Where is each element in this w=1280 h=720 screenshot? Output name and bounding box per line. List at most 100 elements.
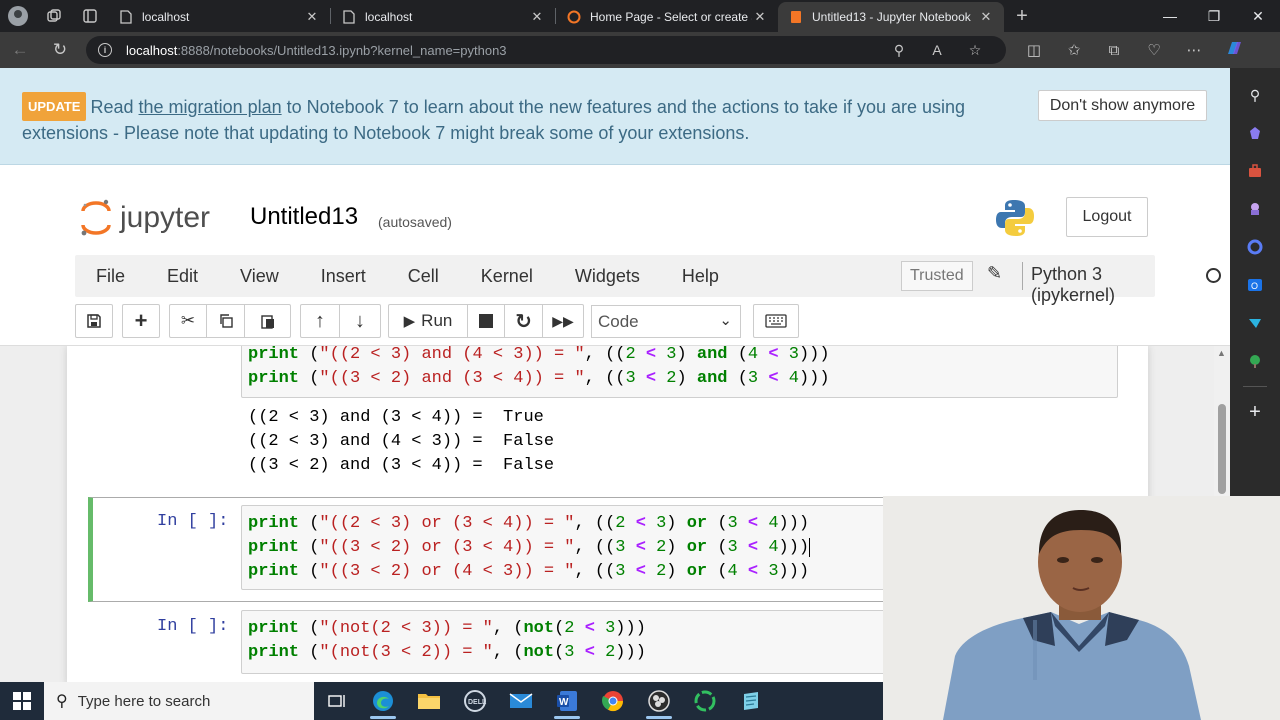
cell-prompt: In [ ]: [157, 512, 229, 531]
close-tab-icon[interactable]: ✕ [529, 9, 545, 25]
microsoft365-icon[interactable] [1241, 233, 1269, 261]
dell-icon[interactable]: DELL [452, 682, 498, 720]
svg-text:O: O [1251, 281, 1258, 291]
more-options-icon[interactable]: ⋯ [1174, 41, 1214, 59]
restart-run-all-icon[interactable]: ▶▶ [542, 304, 584, 338]
move-down-icon[interactable]: ↓ [339, 304, 381, 338]
close-window-icon[interactable]: ✕ [1236, 0, 1280, 32]
edge-browser-icon[interactable] [360, 682, 406, 720]
outlook-icon[interactable]: O [1241, 271, 1269, 299]
save-icon[interactable] [75, 304, 113, 338]
file-explorer-icon[interactable] [406, 682, 452, 720]
new-tab-icon[interactable]: + [1004, 0, 1040, 32]
split-screen-icon[interactable]: ◫ [1014, 41, 1054, 59]
profile-avatar-icon[interactable] [0, 0, 36, 32]
update-banner: UPDATE Read the migration plan to Noteboo… [0, 68, 1230, 165]
menu-bar: File Edit View Insert Cell Kernel Widget… [75, 255, 1221, 305]
back-icon[interactable]: ← [0, 32, 40, 68]
drop-icon[interactable] [1241, 309, 1269, 337]
url-host: localhost [126, 42, 178, 58]
menu-help[interactable]: Help [661, 255, 740, 297]
read-aloud-icon[interactable]: A [918, 42, 956, 58]
close-tab-icon[interactable]: ✕ [978, 9, 994, 25]
minimize-icon[interactable]: — [1148, 0, 1192, 32]
notebook-toolbar: + ✂ ↑ ↓ ▶ Run ↻ ▶▶ Code ⌄ [75, 304, 1155, 340]
taskbar-search-box[interactable]: ⚲ Type here to search [44, 682, 314, 720]
insert-cell-icon[interactable]: + [122, 304, 160, 338]
svg-text:jupyter: jupyter [119, 201, 210, 234]
scroll-up-icon[interactable]: ▲ [1217, 348, 1226, 358]
cell-type-select[interactable]: Code ⌄ [591, 305, 741, 338]
windows-taskbar: ⚲ Type here to search DELL W [0, 682, 883, 720]
zoom-icon[interactable]: ⚲ [880, 42, 918, 59]
menu-view[interactable]: View [219, 255, 300, 297]
add-sidebar-app-icon[interactable]: + [1241, 398, 1269, 426]
copilot-icon[interactable] [1214, 38, 1254, 62]
menu-edit[interactable]: Edit [146, 255, 219, 297]
close-tab-icon[interactable]: ✕ [752, 9, 768, 25]
interrupt-kernel-icon[interactable] [467, 304, 505, 338]
logout-button[interactable]: Logout [1066, 197, 1148, 237]
close-tab-icon[interactable]: ✕ [304, 9, 320, 25]
tab-title: Untitled13 - Jupyter Notebook [812, 10, 971, 24]
notebook-title[interactable]: Untitled13 [250, 203, 358, 231]
favorite-star-icon[interactable]: ☆ [956, 42, 994, 59]
move-up-icon[interactable]: ↑ [300, 304, 340, 338]
search-icon[interactable]: ⚲ [1241, 81, 1269, 109]
mail-icon[interactable] [498, 682, 544, 720]
shopping-icon[interactable] [1241, 119, 1269, 147]
task-view-icon[interactable] [314, 682, 360, 720]
restore-icon[interactable]: ❐ [1192, 0, 1236, 32]
notes-app-icon[interactable] [728, 682, 774, 720]
code-cell-input[interactable]: print ("((2 < 3) and (4 < 3)) = ", ((2 <… [241, 345, 1118, 398]
kernel-name[interactable]: Python 3 (ipykernel) [1031, 264, 1155, 306]
tab-actions-icon[interactable] [72, 0, 108, 32]
menu-cell[interactable]: Cell [387, 255, 460, 297]
code-line: print ("((3 < 2) and (3 < 4)) = ", ((3 <… [248, 369, 830, 388]
chrome-icon[interactable] [590, 682, 636, 720]
recording-app-icon[interactable] [682, 682, 728, 720]
pencil-icon[interactable]: ✎ [987, 263, 1002, 284]
address-bar-row: ← ↻ i localhost:8888/notebooks/Untitled1… [0, 32, 1280, 68]
cell-type-value: Code [598, 311, 639, 331]
games-icon[interactable] [1241, 195, 1269, 223]
paste-icon[interactable] [244, 304, 291, 338]
copy-icon[interactable] [206, 304, 245, 338]
restart-kernel-icon[interactable]: ↻ [504, 304, 543, 338]
banner-message: UPDATE Read the migration plan to Noteboo… [22, 92, 1012, 146]
keyboard-shortcuts-icon[interactable] [753, 304, 799, 338]
address-bar[interactable]: i localhost:8888/notebooks/Untitled13.ip… [86, 36, 1006, 64]
trusted-indicator[interactable]: Trusted [901, 261, 973, 291]
word-icon[interactable]: W [544, 682, 590, 720]
migration-plan-link[interactable]: the migration plan [139, 97, 282, 117]
refresh-icon[interactable]: ↻ [40, 32, 80, 68]
windows-start-icon[interactable] [0, 682, 44, 720]
menu-insert[interactable]: Insert [300, 255, 387, 297]
cut-icon[interactable]: ✂ [169, 304, 207, 338]
browser-tab-active[interactable]: Untitled13 - Jupyter Notebook ✕ [778, 2, 1004, 32]
autosave-status: (autosaved) [378, 214, 452, 230]
menu-widgets[interactable]: Widgets [554, 255, 661, 297]
collections-icon[interactable]: ⧉ [1094, 42, 1134, 59]
jupyter-logo[interactable]: jupyter [80, 199, 230, 239]
browser-tab[interactable]: localhost ✕ [108, 2, 330, 32]
favorites-icon[interactable]: ✩ [1054, 41, 1094, 59]
tree-icon[interactable] [1241, 347, 1269, 375]
browser-essentials-icon[interactable]: ♡ [1134, 41, 1174, 59]
browser-tab[interactable]: localhost ✕ [331, 2, 555, 32]
menu-kernel[interactable]: Kernel [460, 255, 554, 297]
jupyter-header: jupyter Untitled13 (autosaved) Logout [0, 165, 1230, 255]
menu-file[interactable]: File [75, 255, 146, 297]
tools-icon[interactable] [1241, 157, 1269, 185]
scroll-thumb[interactable] [1218, 404, 1226, 494]
url-path: :8888/notebooks/Untitled13.ipynb?kernel_… [177, 42, 507, 58]
obs-icon[interactable] [636, 682, 682, 720]
workspaces-icon[interactable] [36, 0, 72, 32]
site-info-icon[interactable]: i [98, 43, 112, 57]
browser-tab[interactable]: Home Page - Select or create a n ✕ [556, 2, 778, 32]
dont-show-anymore-button[interactable]: Don't show anymore [1038, 90, 1207, 121]
run-button[interactable]: ▶ Run [388, 304, 468, 338]
tab-title: Home Page - Select or create a n [590, 10, 752, 24]
code-line: print ("((2 < 3) and (4 < 3)) = ", ((2 <… [248, 345, 830, 364]
python-logo-icon [994, 197, 1036, 239]
